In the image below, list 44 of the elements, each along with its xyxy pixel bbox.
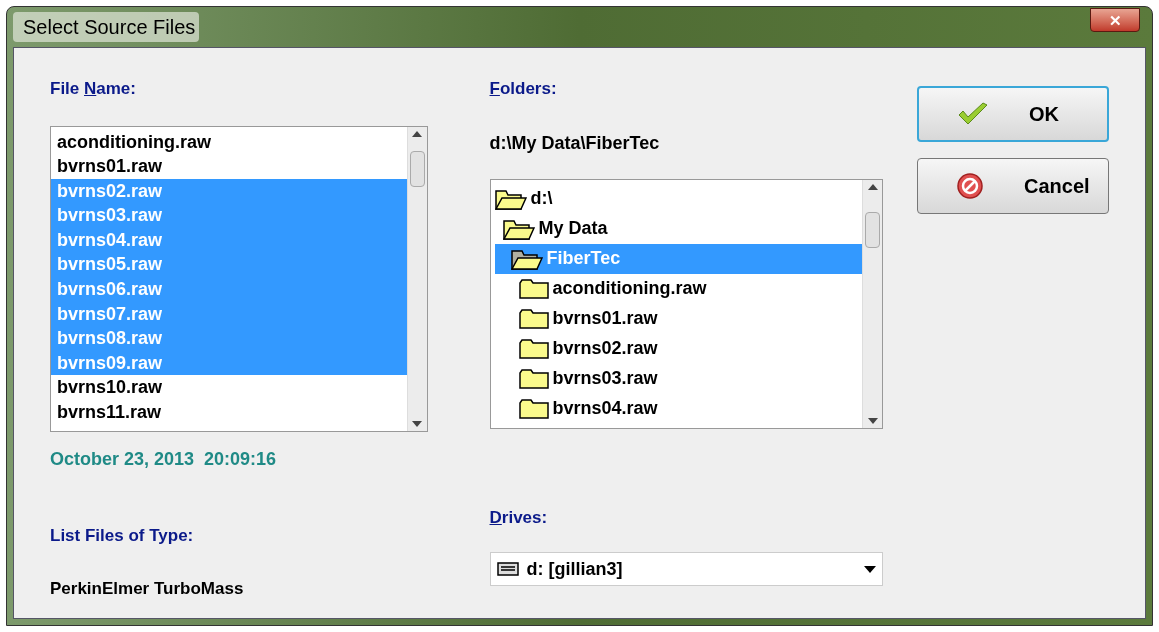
folder-icon — [518, 338, 549, 359]
file-list-item[interactable]: aconditioning.raw — [51, 129, 407, 155]
drives-label: Drives: — [489, 507, 548, 527]
file-list-item[interactable]: bvrns11.raw — [51, 400, 407, 425]
open-folder-icon — [510, 247, 543, 270]
folder-tree[interactable]: d:\ My Data FiberTec aconditioning.raw bvrns01.raw bvrns02.raw bvrns03.raw bvrns04.raw — [489, 178, 883, 429]
open-folder-icon — [502, 217, 535, 240]
folder-tree-item[interactable]: bvrns03.raw — [494, 363, 862, 394]
folder-tree-item[interactable]: d:\ — [494, 183, 862, 214]
drive-icon — [496, 562, 519, 576]
window-title: Select Source Files — [13, 12, 200, 42]
checkmark-icon — [957, 102, 989, 126]
file-list-item[interactable]: bvrns01.raw — [51, 154, 407, 179]
folder-icon — [518, 278, 549, 299]
folder-tree-item[interactable]: bvrns02.raw — [494, 333, 862, 364]
folder-icon — [518, 368, 549, 389]
folder-tree-item[interactable]: bvrns01.raw — [494, 303, 862, 334]
scrollbar[interactable] — [406, 126, 427, 431]
scroll-thumb[interactable] — [865, 211, 880, 248]
file-name-label: File Name: — [50, 78, 137, 100]
scroll-down-icon[interactable] — [412, 420, 422, 427]
scroll-up-icon[interactable] — [412, 130, 422, 137]
dropdown-arrow-icon[interactable] — [864, 565, 876, 573]
file-list-item[interactable]: bvrns10.raw — [51, 375, 407, 401]
file-type-value: PerkinElmer TurboMass — [50, 578, 245, 600]
scroll-thumb[interactable] — [409, 150, 425, 187]
folders-label: Folders: — [489, 78, 558, 100]
folder-tree-item[interactable]: My Data — [494, 213, 862, 244]
folder-icon — [518, 308, 549, 329]
folder-icon — [518, 398, 549, 419]
scrollbar[interactable] — [862, 179, 882, 428]
file-list[interactable]: aconditioning.raw bvrns01.raw bvrns02.raw bvrns03.raw bvrns04.raw bvrns05.raw bvrns06.raw bvrns07.raw bvrns08.raw bvrns09.raw bvrns10.raw bvrns11.raw — [50, 125, 428, 432]
file-timestamp: October 23, 2013 20:09:16 — [50, 447, 278, 471]
ok-button[interactable]: OK — [917, 86, 1109, 142]
folder-tree-item[interactable]: bvrns04.raw — [494, 393, 862, 424]
folder-path: d:\My Data\FiberTec — [489, 131, 661, 155]
cancel-button[interactable]: Cancel — [917, 158, 1109, 214]
drive-select[interactable]: d: [gillian3] — [489, 552, 883, 586]
open-folder-icon — [494, 187, 527, 210]
cancel-icon — [956, 172, 984, 200]
scroll-up-icon[interactable] — [867, 183, 878, 190]
file-type-label: List Files of Type: — [50, 525, 194, 545]
folder-tree-item[interactable]: aconditioning.raw — [494, 273, 862, 304]
scroll-down-icon[interactable] — [867, 417, 878, 424]
